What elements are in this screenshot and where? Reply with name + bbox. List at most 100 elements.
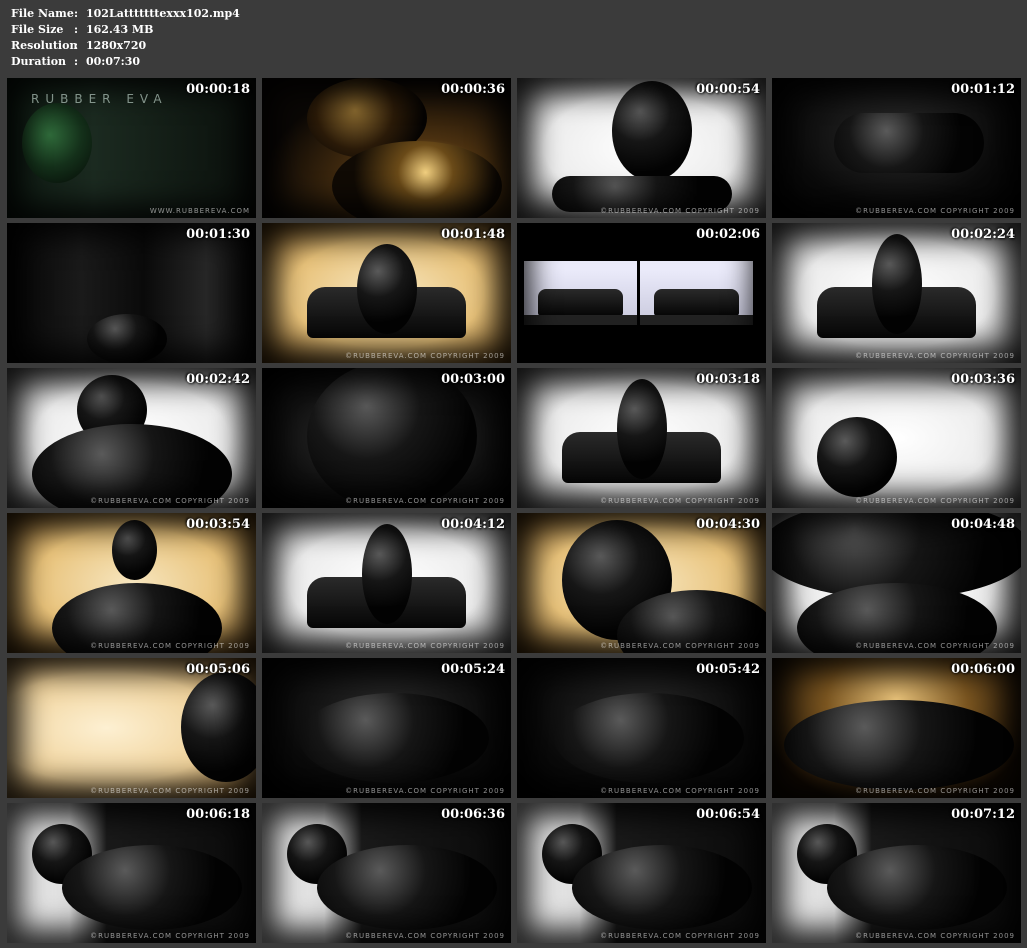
file-info-label: File Name (11, 7, 74, 20)
thumbnail[interactable]: 00:01:30 (7, 223, 256, 363)
figure-shape (554, 693, 745, 783)
thumbnail-image (772, 368, 1021, 508)
watermark: ©RUBBEREVA.COM COPYRIGHT 2009 (345, 932, 505, 940)
watermark: ©RUBBEREVA.COM COPYRIGHT 2009 (600, 932, 760, 940)
thumbnail[interactable]: ©RUBBEREVA.COM COPYRIGHT 2009 00:05:42 (517, 658, 766, 798)
file-info-row: File Name:102Latttttttexxx102.mp4 (11, 6, 240, 22)
figure-shape (306, 368, 477, 508)
thumbnail-grid: RUBBER EVA WWW.RUBBEREVA.COM 00:00:18 00:00… (7, 78, 1021, 943)
watermark: ©RUBBEREVA.COM COPYRIGHT 2009 (600, 497, 760, 505)
contact-sheet: File Name:102Latttttttexxx102.mp4 File Si… (0, 0, 1027, 948)
thumbnail[interactable]: ©RUBBEREVA.COM COPYRIGHT 2009 00:04:48 (772, 513, 1021, 653)
thumbnail[interactable]: ©RUBBEREVA.COM COPYRIGHT 2009 00:06:18 (7, 803, 256, 943)
file-info-separator: : (74, 7, 79, 20)
sofa-shape (653, 289, 740, 317)
watermark: ©RUBBEREVA.COM COPYRIGHT 2009 (855, 642, 1015, 650)
figure-shape (361, 524, 412, 625)
thumbnail[interactable]: ©RUBBEREVA.COM COPYRIGHT 2009 00:05:24 (262, 658, 511, 798)
watermark: ©RUBBEREVA.COM COPYRIGHT 2009 (90, 497, 250, 505)
thumbnail[interactable]: ©RUBBEREVA.COM COPYRIGHT 2009 00:07:12 (772, 803, 1021, 943)
watermark: ©RUBBEREVA.COM COPYRIGHT 2009 (855, 787, 1015, 795)
file-info-value: 00:07:30 (86, 55, 141, 68)
watermark: ©RUBBEREVA.COM COPYRIGHT 2009 (345, 787, 505, 795)
watermark: ©RUBBEREVA.COM COPYRIGHT 2009 (90, 932, 250, 940)
figure-shape (571, 845, 752, 930)
thumbnail[interactable]: ©RUBBEREVA.COM COPYRIGHT 2009 00:03:00 (262, 368, 511, 508)
thumbnail[interactable]: 00:00:36 (262, 78, 511, 218)
thumbnail[interactable]: ©RUBBEREVA.COM COPYRIGHT 2009 00:06:54 (517, 803, 766, 943)
file-info-label: Resolution (11, 39, 78, 52)
figure-shape (21, 103, 92, 184)
file-info-separator: : (74, 39, 79, 52)
thumbnail[interactable]: RUBBER EVA WWW.RUBBEREVA.COM 00:00:18 (7, 78, 256, 218)
figure-shape (871, 234, 922, 335)
file-info-label: File Size (11, 23, 64, 36)
watermark: ©RUBBEREVA.COM COPYRIGHT 2009 (345, 642, 505, 650)
watermark: ©RUBBEREVA.COM COPYRIGHT 2009 (855, 932, 1015, 940)
thumbnail[interactable]: 00:02:06 (517, 223, 766, 363)
watermark: ©RUBBEREVA.COM COPYRIGHT 2009 (855, 352, 1015, 360)
thumbnail[interactable]: ©RUBBEREVA.COM COPYRIGHT 2009 00:01:12 (772, 78, 1021, 218)
thumbnail[interactable]: ©RUBBEREVA.COM COPYRIGHT 2009 00:02:24 (772, 223, 1021, 363)
figure-shape (86, 314, 167, 363)
thumbnail[interactable]: ©RUBBEREVA.COM COPYRIGHT 2009 00:06:36 (262, 803, 511, 943)
file-info-value: 162.43 MB (86, 23, 154, 36)
thumbnail[interactable]: ©RUBBEREVA.COM COPYRIGHT 2009 00:03:36 (772, 368, 1021, 508)
thumbnail-timestamp: 00:00:54 (696, 82, 760, 97)
floor-shape (640, 314, 753, 325)
watermark: ©RUBBEREVA.COM COPYRIGHT 2009 (855, 497, 1015, 505)
thumbnail-timestamp: 00:06:18 (186, 807, 250, 822)
thumbnail-timestamp: 00:02:24 (951, 227, 1015, 242)
watermark: ©RUBBEREVA.COM COPYRIGHT 2009 (855, 207, 1015, 215)
thumbnail-timestamp: 00:04:48 (951, 517, 1015, 532)
thumbnail-timestamp: 00:01:12 (951, 82, 1015, 97)
thumbnail[interactable]: ©RUBBEREVA.COM COPYRIGHT 2009 00:04:30 (517, 513, 766, 653)
thumbnail[interactable]: ©RUBBEREVA.COM COPYRIGHT 2009 00:01:48 (262, 223, 511, 363)
thumbnail-timestamp: 00:04:12 (441, 517, 505, 532)
thumbnail-timestamp: 00:03:36 (951, 372, 1015, 387)
thumbnail-timestamp: 00:05:42 (696, 662, 760, 677)
thumbnail-timestamp: 00:01:30 (186, 227, 250, 242)
thumbnail-timestamp: 00:02:42 (186, 372, 250, 387)
thumbnail-timestamp: 00:01:48 (441, 227, 505, 242)
thumbnail[interactable]: ©RUBBEREVA.COM COPYRIGHT 2009 00:02:42 (7, 368, 256, 508)
thumbnail-timestamp: 00:05:24 (441, 662, 505, 677)
watermark: ©RUBBEREVA.COM COPYRIGHT 2009 (600, 642, 760, 650)
file-info-label: Duration (11, 55, 67, 68)
thumbnail[interactable]: ©RUBBEREVA.COM COPYRIGHT 2009 00:03:54 (7, 513, 256, 653)
watermark: ©RUBBEREVA.COM COPYRIGHT 2009 (600, 207, 760, 215)
thumbnail[interactable]: ©RUBBEREVA.COM COPYRIGHT 2009 00:03:18 (517, 368, 766, 508)
thumbnail-timestamp: 00:06:36 (441, 807, 505, 822)
watermark: ©RUBBEREVA.COM COPYRIGHT 2009 (345, 497, 505, 505)
watermark: WWW.RUBBEREVA.COM (149, 207, 250, 215)
thumbnail-timestamp: 00:03:54 (186, 517, 250, 532)
thumbnail-timestamp: 00:06:54 (696, 807, 760, 822)
figure-shape (826, 845, 1007, 930)
thumbnail[interactable]: ©RUBBEREVA.COM COPYRIGHT 2009 00:00:54 (517, 78, 766, 218)
split-view-frame (640, 261, 753, 325)
figure-shape (111, 520, 157, 580)
thumbnail-timestamp: 00:04:30 (696, 517, 760, 532)
thumbnail[interactable]: ©RUBBEREVA.COM COPYRIGHT 2009 00:06:00 (772, 658, 1021, 798)
file-info-value: 1280x720 (86, 39, 147, 52)
thumbnail-timestamp: 00:03:00 (441, 372, 505, 387)
split-view-frame (524, 261, 637, 325)
watermark: ©RUBBEREVA.COM COPYRIGHT 2009 (600, 787, 760, 795)
figure-shape (834, 113, 985, 173)
thumbnail-timestamp: 00:02:06 (696, 227, 760, 242)
file-info-value: 102Latttttttexxx102.mp4 (86, 7, 240, 20)
thumbnail-timestamp: 00:06:00 (951, 662, 1015, 677)
thumbnail-timestamp: 00:00:36 (441, 82, 505, 97)
file-info-row: Resolution:1280x720 (11, 38, 240, 54)
figure-shape (61, 845, 242, 930)
file-info-row: File Size:162.43 MB (11, 22, 240, 38)
figure-shape (784, 700, 1015, 790)
brand-logo: RUBBER EVA (31, 92, 168, 106)
figure-shape (316, 845, 497, 930)
file-info-panel: File Name:102Latttttttexxx102.mp4 File Si… (11, 6, 240, 70)
watermark: ©RUBBEREVA.COM COPYRIGHT 2009 (345, 352, 505, 360)
thumbnail[interactable]: ©RUBBEREVA.COM COPYRIGHT 2009 00:05:06 (7, 658, 256, 798)
file-info-separator: : (74, 55, 79, 68)
thumbnail[interactable]: ©RUBBEREVA.COM COPYRIGHT 2009 00:04:12 (262, 513, 511, 653)
thumbnail-timestamp: 00:05:06 (186, 662, 250, 677)
